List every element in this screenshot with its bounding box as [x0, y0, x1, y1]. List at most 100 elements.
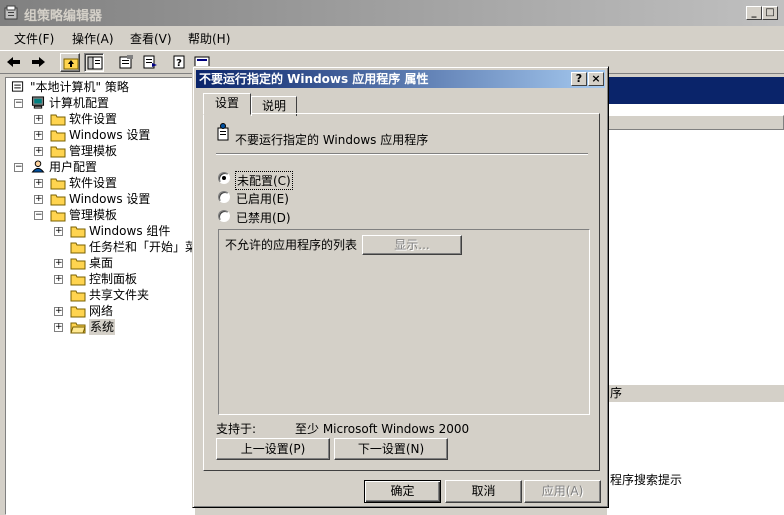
- svg-text:?: ?: [176, 58, 182, 69]
- folder-up-icon: [63, 58, 79, 70]
- details-header-band: [607, 77, 784, 104]
- column-header-label: 序: [610, 386, 623, 400]
- expand-icon[interactable]: +: [54, 259, 63, 268]
- ok-button[interactable]: 确定: [364, 480, 441, 503]
- folder-icon: [50, 194, 66, 206]
- radio-disabled[interactable]: [218, 210, 230, 222]
- dialog-close-button[interactable]: ×: [588, 72, 604, 86]
- folder-icon: [70, 258, 86, 270]
- radio-not-configured[interactable]: [218, 172, 230, 184]
- back-button[interactable]: [4, 53, 24, 72]
- column-header[interactable]: [607, 115, 784, 130]
- export-list-button[interactable]: [140, 53, 160, 72]
- computer-icon: [31, 96, 45, 109]
- folder-icon: [50, 130, 66, 142]
- expand-icon[interactable]: +: [54, 323, 63, 332]
- folder-open-icon: [70, 322, 86, 334]
- next-setting-button[interactable]: 下一设置(N): [334, 438, 448, 460]
- user-icon: [31, 160, 45, 173]
- folder-icon: [70, 274, 86, 286]
- tree-item-label: 网络: [89, 304, 114, 318]
- folder-icon: [70, 290, 86, 302]
- expand-icon[interactable]: +: [34, 195, 43, 204]
- expand-icon[interactable]: +: [54, 275, 63, 284]
- export-list-icon: [143, 55, 157, 69]
- group-policy-icon: [4, 5, 18, 20]
- up-level-button[interactable]: [60, 53, 80, 72]
- setting-name: 不要运行指定的 Windows 应用程序: [235, 133, 429, 147]
- tree-item-label: Windows 设置: [69, 192, 151, 206]
- expand-icon[interactable]: +: [54, 307, 63, 316]
- collapse-icon[interactable]: −: [34, 211, 43, 220]
- maximize-button[interactable]: □: [762, 6, 778, 20]
- menu-view[interactable]: 查看(V): [130, 30, 172, 47]
- supported-label: 支持于:: [216, 422, 257, 436]
- expand-icon[interactable]: +: [34, 147, 43, 156]
- column-header-2[interactable]: 序: [607, 385, 784, 402]
- radio-enabled-label[interactable]: 已启用(E): [236, 190, 289, 207]
- cancel-button[interactable]: 取消: [445, 480, 522, 503]
- tree-item-label: 共享文件夹: [89, 288, 150, 302]
- folder-icon: [50, 178, 66, 190]
- properties-icon: [119, 55, 133, 69]
- show-hide-tree-button[interactable]: [84, 53, 104, 72]
- details-pane[interactable]: 序 程序搜索提示: [607, 77, 784, 515]
- supported-value: 至少 Microsoft Windows 2000: [295, 422, 470, 436]
- dialog-title: 不要运行指定的 Windows 应用程序 属性: [199, 72, 429, 86]
- policy-setting-icon: [217, 123, 229, 141]
- options-frame: 不允许的应用程序的列表 显示...: [218, 229, 590, 415]
- expand-icon[interactable]: +: [34, 115, 43, 124]
- main-titlebar: 组策略编辑器 _ □: [0, 0, 784, 26]
- tree-item-label: Windows 组件: [89, 224, 171, 238]
- dialog-help-button[interactable]: ?: [571, 72, 587, 86]
- tree-item-label: 控制面板: [89, 272, 138, 286]
- properties-dialog: 不要运行指定的 Windows 应用程序 属性 ? × 设置 说明 不要运行指定…: [192, 66, 609, 508]
- list-label: 不允许的应用程序的列表: [225, 238, 358, 252]
- tree-item-label: 管理模板: [69, 144, 118, 158]
- folder-icon: [50, 146, 66, 158]
- folder-icon: [70, 306, 86, 318]
- menu-action[interactable]: 操作(A): [72, 30, 114, 47]
- show-button[interactable]: 显示...: [362, 235, 462, 255]
- collapse-icon[interactable]: −: [14, 163, 23, 172]
- expand-icon[interactable]: +: [34, 131, 43, 140]
- console-tree[interactable]: "本地计算机" 策略 − 计算机配置 + 软件设置 + Windows 设置 +…: [5, 77, 195, 515]
- help-button[interactable]: ?: [170, 53, 190, 72]
- forward-arrow-icon: [32, 57, 45, 67]
- menu-help[interactable]: 帮助(H): [188, 30, 230, 47]
- menu-file[interactable]: 文件(F): [14, 30, 54, 47]
- expand-icon[interactable]: +: [54, 227, 63, 236]
- apply-button[interactable]: 应用(A): [524, 480, 601, 503]
- menubar: 文件(F) 操作(A) 查看(V) 帮助(H): [0, 27, 784, 49]
- dialog-titlebar: 不要运行指定的 Windows 应用程序 属性 ? ×: [196, 70, 605, 88]
- separator: [216, 153, 588, 155]
- tree-item-label: 任务栏和「开始」菜: [89, 240, 195, 254]
- radio-not-configured-label[interactable]: 未配置(C): [235, 171, 293, 190]
- settings-tab-panel: 不要运行指定的 Windows 应用程序 未配置(C) 已启用(E) 已禁用(D…: [203, 113, 600, 471]
- policy-scroll-icon: [11, 81, 24, 92]
- tab-settings[interactable]: 设置: [203, 93, 251, 115]
- details-item[interactable]: 程序搜索提示: [610, 471, 682, 488]
- folder-open-icon: [50, 210, 66, 222]
- tree-item-label: 桌面: [89, 256, 114, 270]
- collapse-icon[interactable]: −: [14, 99, 23, 108]
- main-window-title: 组策略编辑器: [24, 9, 103, 24]
- forward-button[interactable]: [28, 53, 48, 72]
- tree-item-label: 计算机配置: [49, 96, 110, 110]
- tree-item-label: Windows 设置: [69, 128, 151, 142]
- tree-item-label: 软件设置: [69, 112, 118, 126]
- tree-item-label: 软件设置: [69, 176, 118, 190]
- tree-item-label-selected: 系统: [89, 319, 116, 335]
- console-tree-icon: [87, 56, 103, 70]
- tree-item-label: 管理模板: [69, 208, 118, 222]
- previous-setting-button[interactable]: 上一设置(P): [216, 438, 330, 460]
- tree-root-label: "本地计算机" 策略: [30, 80, 129, 94]
- radio-enabled[interactable]: [218, 191, 230, 203]
- properties-button[interactable]: [116, 53, 136, 72]
- minimize-button[interactable]: _: [746, 6, 762, 20]
- expand-icon[interactable]: +: [34, 179, 43, 188]
- help-icon: ?: [173, 55, 185, 69]
- radio-disabled-label[interactable]: 已禁用(D): [236, 209, 291, 226]
- folder-icon: [70, 242, 86, 254]
- tree-item-label: 用户配置: [49, 160, 98, 174]
